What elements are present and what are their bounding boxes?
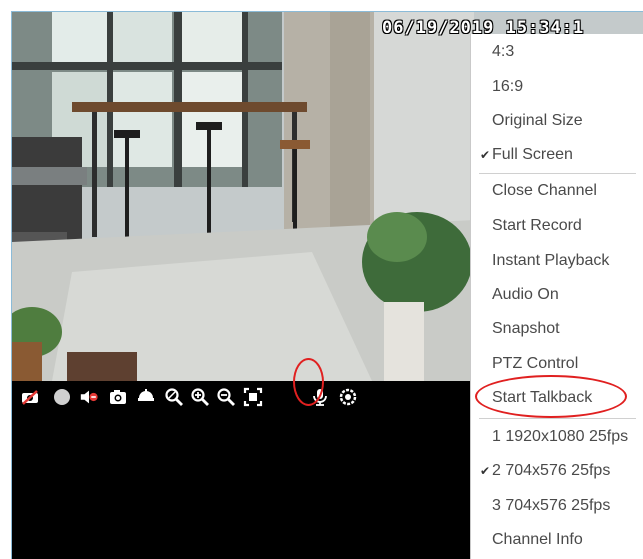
- menu-item-aspect-4-3[interactable]: 4:3: [471, 37, 643, 67]
- menu-item-full-screen[interactable]: ✔ Full Screen: [471, 140, 643, 170]
- record-icon[interactable]: [52, 387, 72, 407]
- menu-item-ptz-control[interactable]: PTZ Control: [471, 349, 643, 379]
- menu-item-audio-on[interactable]: Audio On: [471, 280, 643, 310]
- fit-screen-icon[interactable]: [243, 387, 263, 407]
- menu-item-start-record[interactable]: Start Record: [471, 211, 643, 241]
- zoom-area-icon[interactable]: [164, 387, 184, 407]
- microphone-icon[interactable]: [310, 387, 330, 407]
- mute-icon[interactable]: [79, 387, 99, 407]
- zoom-in-icon[interactable]: [190, 387, 210, 407]
- menu-item-aspect-16-9[interactable]: 16:9: [471, 72, 643, 102]
- menu-item-snapshot[interactable]: Snapshot: [471, 314, 643, 344]
- menu-separator: [479, 418, 636, 419]
- menu-item-stream-2[interactable]: ✔ 2 704x576 25fps: [471, 456, 643, 486]
- context-menu: 4:3 16:9 Original Size ✔ Full Screen Clos…: [470, 34, 643, 559]
- settings-icon[interactable]: [338, 387, 358, 407]
- menu-item-close-channel[interactable]: Close Channel: [471, 176, 643, 206]
- menu-item-stream-1[interactable]: 1 1920x1080 25fps: [471, 422, 643, 452]
- camera-off-icon[interactable]: [20, 387, 40, 407]
- zoom-out-icon[interactable]: [216, 387, 236, 407]
- checkmark-icon: ✔: [480, 148, 491, 162]
- menu-item-original-size[interactable]: Original Size: [471, 106, 643, 136]
- menu-separator: [479, 173, 636, 174]
- ptz-icon[interactable]: [136, 387, 156, 407]
- snapshot-icon[interactable]: [108, 387, 128, 407]
- menu-item-channel-info[interactable]: Channel Info: [471, 525, 643, 555]
- menu-item-instant-playback[interactable]: Instant Playback: [471, 246, 643, 276]
- checkmark-icon: ✔: [480, 464, 491, 478]
- menu-item-stream-3[interactable]: 3 704x576 25fps: [471, 491, 643, 521]
- menu-item-start-talkback[interactable]: Start Talkback: [471, 383, 643, 413]
